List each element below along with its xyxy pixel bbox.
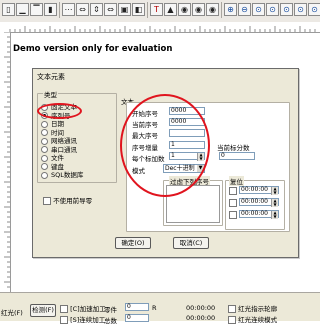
type-option[interactable]: 网络通讯 — [41, 135, 77, 145]
type-option-label: SQL数据库 — [51, 171, 84, 179]
reset-group-label: 复位 — [229, 176, 244, 186]
zoom-icon[interactable]: ⊙ — [308, 3, 320, 16]
accel-checkbox-box[interactable] — [60, 305, 68, 313]
total-time: 00:00:00 — [186, 314, 216, 322]
accel-label: [C]加速加工 — [70, 305, 106, 313]
grid-icon[interactable]: ⋯ — [62, 3, 75, 16]
type-option[interactable]: 串口通讯 — [41, 144, 77, 154]
reset-checkbox[interactable] — [229, 187, 237, 195]
eye-icon[interactable]: ◉ — [192, 3, 205, 16]
type-option[interactable]: 文件 — [41, 152, 64, 162]
eye-icon[interactable]: ◉ — [178, 3, 191, 16]
flip-icon[interactable]: ▲ — [164, 3, 177, 16]
reset-time-input[interactable]: 00:00:00 ▲ ▼ — [239, 186, 279, 195]
zoom-in-icon[interactable]: ⊕ — [224, 3, 237, 16]
continuous-label: [S]连续加工 — [70, 316, 106, 324]
reset-checkbox[interactable] — [229, 199, 237, 207]
ruler-top — [0, 22, 320, 33]
redlight-continuous-label: 红光连续模式 — [238, 316, 278, 324]
toolbar-separator — [221, 2, 222, 18]
distribute-horizontal-icon[interactable]: ⇔ — [104, 3, 117, 16]
parts-input[interactable]: 0 — [125, 303, 149, 311]
reset-time-value: 00:00:00 — [241, 186, 268, 193]
same-size-icon[interactable]: ▣ — [118, 3, 131, 16]
type-option[interactable]: SQL数据库 — [41, 169, 84, 179]
no-leading-zero-label: 不使用前导零 — [53, 197, 93, 205]
text-icon[interactable]: T — [150, 3, 163, 16]
distribute-vertical-icon[interactable]: ⇕ — [90, 3, 103, 16]
accel-checkbox[interactable]: [C]加速加工 — [60, 303, 106, 313]
redlight-outline-label: 红光指示轮廓 — [238, 305, 278, 313]
zoom-icon[interactable]: ⊙ — [280, 3, 293, 16]
ruler-left-ticks — [4, 31, 10, 288]
detect-button[interactable]: 检测(F) — [30, 304, 56, 317]
reset-time-input[interactable]: 00:00:00 ▲ ▼ — [239, 210, 279, 219]
annotation-ellipse-type — [37, 103, 82, 119]
redlight-continuous-checkbox[interactable]: 红光连续模式 — [228, 314, 277, 324]
type-option[interactable]: 键盘 — [41, 161, 64, 171]
type-option[interactable]: 日期 — [41, 118, 64, 128]
redlight-outline-checkbox[interactable]: 红光指示轮廓 — [228, 303, 277, 313]
total-input[interactable]: 0 — [125, 314, 149, 322]
align-top-icon[interactable]: ▔ — [30, 3, 43, 16]
parts-label: 零件 — [104, 306, 117, 314]
ruler-left — [0, 31, 11, 292]
total-label: 总数 — [104, 317, 117, 325]
type-group-label: 类型 — [43, 89, 58, 99]
reset-time-value: 00:00:00 — [241, 210, 268, 217]
dialog-title: 文本元素 — [37, 73, 65, 81]
reset-checkbox[interactable] — [229, 211, 237, 219]
align-right-icon[interactable]: ▮ — [44, 3, 57, 16]
eye-icon[interactable]: ◉ — [206, 3, 219, 16]
cancel-button[interactable]: 取消(C) — [173, 237, 209, 249]
zoom-fit-icon[interactable]: ⊙ — [252, 3, 265, 16]
redlight-continuous-box[interactable] — [228, 316, 236, 324]
toolbar: ▯ ▁ ▔ ▮ ⋯ ⇔ ⇕ ⇔ ▣ ◧ T ▲ ◉ ◉ ◉ ⊕ ⊖ ⊙ ⊙ ⊙ ⊙ ⊙ — [0, 0, 320, 23]
ok-button[interactable]: 确定(O) — [115, 237, 151, 249]
distribute-icon[interactable]: ⇔ — [76, 3, 89, 16]
ruler-top-ticks — [9, 26, 316, 32]
parts-unit: R — [152, 304, 157, 312]
toolbar-separator — [59, 2, 60, 18]
current-mark-input[interactable]: 0 — [219, 152, 255, 160]
bottom-panel: 红光(F) 检测(F) [C]加速加工 [S]连续加工 零件 0 总数 0 R … — [0, 292, 320, 325]
current-mark-label: 当前标分数 — [217, 144, 250, 152]
zoom-icon[interactable]: ⊙ — [266, 3, 279, 16]
elapsed-time: 00:00:00 — [186, 304, 216, 312]
no-leading-zero-checkbox[interactable]: 不使用前导零 — [43, 195, 92, 205]
spin-icon[interactable]: ▲ ▼ — [271, 187, 278, 195]
spin-icon[interactable]: ▲ ▼ — [271, 199, 278, 207]
spin-icon[interactable]: ▲ ▼ — [271, 211, 278, 219]
mirror-icon[interactable]: ◧ — [132, 3, 145, 16]
type-option[interactable]: 时间 — [41, 127, 64, 137]
align-bottom-icon[interactable]: ▁ — [16, 3, 29, 16]
redlight-label: 红光(F) — [1, 309, 23, 317]
checkbox-box[interactable] — [43, 197, 51, 205]
align-left-icon[interactable]: ▯ — [2, 3, 15, 16]
continuous-checkbox-box[interactable] — [60, 316, 68, 324]
zoom-out-icon[interactable]: ⊖ — [238, 3, 251, 16]
toolbar-separator — [147, 2, 148, 18]
radio-button[interactable] — [41, 171, 48, 179]
annotation-ellipse-fields — [120, 94, 210, 197]
continuous-checkbox[interactable]: [S]连续加工 — [60, 314, 105, 324]
zoom-icon[interactable]: ⊙ — [294, 3, 307, 16]
redlight-outline-box[interactable] — [228, 305, 236, 313]
watermark-text: Demo version only for evaluation — [13, 44, 173, 54]
reset-time-value: 00:00:00 — [241, 198, 268, 205]
reset-time-input[interactable]: 00:00:00 ▲ ▼ — [239, 198, 279, 207]
